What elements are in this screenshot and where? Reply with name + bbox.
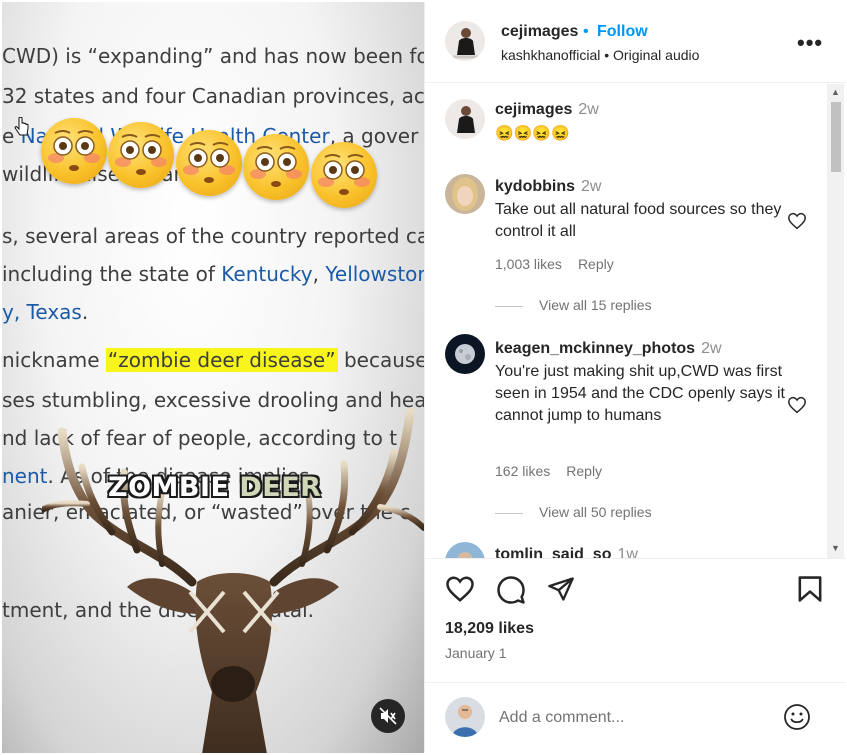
- article-line-pre: including the state of: [2, 262, 222, 286]
- post-date[interactable]: January 1: [445, 645, 506, 661]
- article-line-post: .: [81, 300, 89, 324]
- comment-avatar-image: [445, 174, 485, 214]
- comment-time: 2w: [578, 101, 599, 118]
- article-line: nickname “zombie deer disease” because i…: [2, 348, 424, 372]
- reply-button[interactable]: Reply: [566, 463, 602, 479]
- mute-toggle-button[interactable]: [371, 699, 405, 733]
- video-overlay-title: ZOMBIE DEER: [108, 472, 321, 503]
- hand-cursor-icon: [14, 117, 29, 136]
- comment-time: 1w: [617, 546, 638, 558]
- reply-button[interactable]: Reply: [578, 256, 614, 272]
- comment-username-text[interactable]: cejimages: [495, 101, 572, 118]
- comments-scrollbar[interactable]: ▲ ▼: [827, 84, 844, 558]
- more-options-button[interactable]: •••: [797, 30, 823, 56]
- save-bookmark-icon[interactable]: [797, 575, 823, 603]
- comment-text: You're just making shit up,CWD was first…: [495, 363, 785, 424]
- follow-separator: •: [583, 23, 589, 40]
- scrollbar-thumb[interactable]: [831, 102, 841, 172]
- comment-username-text[interactable]: keagen_mckinney_photos: [495, 340, 695, 357]
- comment-time: 2w: [701, 340, 722, 357]
- comment-avatar[interactable]: [445, 99, 485, 139]
- comment-text: Take out all natural food sources so the…: [495, 201, 782, 240]
- comment-avatar[interactable]: [445, 174, 485, 214]
- flushed-face-emoji-icon: [108, 122, 174, 188]
- comment-username[interactable]: cejimages 2w: [495, 101, 599, 119]
- like-comment-heart-icon[interactable]: [787, 212, 807, 230]
- article-line: 32 states and four Canadian provinces, a…: [2, 84, 424, 108]
- emoji-smiley-icon[interactable]: [783, 703, 811, 731]
- post-header: cejimages • Follow kashkhanofficial • Or…: [425, 2, 846, 83]
- comment-meta: 162 likes Reply: [495, 463, 602, 479]
- comment-likes-count[interactable]: 162 likes: [495, 463, 550, 479]
- article-line-pre: s, several areas of the country reported…: [2, 224, 424, 248]
- comment-username-text[interactable]: kydobbins: [495, 178, 575, 195]
- add-comment-bar: [425, 682, 846, 753]
- comment-username[interactable]: tomlin_said_so 1w: [495, 546, 638, 558]
- like-heart-icon[interactable]: [445, 575, 475, 603]
- view-replies-button[interactable]: View all 15 replies: [495, 297, 652, 313]
- article-line: s, several areas of the country reported…: [2, 224, 424, 248]
- article-line-post: ,: [312, 262, 326, 286]
- comment-username-text[interactable]: tomlin_said_so: [495, 546, 611, 558]
- reel-video[interactable]: CWD) is “expanding” and has now been fou…: [2, 2, 424, 753]
- comment-text: 😖😖😖😖: [495, 125, 570, 142]
- comment-avatar-image: [445, 99, 485, 139]
- article-line-link: Kentucky: [221, 262, 313, 286]
- article-line: including the state of Kentucky, Yellows…: [2, 262, 424, 286]
- speaker-muted-icon: [379, 707, 397, 725]
- flushed-face-emoji-icon: [41, 118, 107, 184]
- author-avatar-image: [445, 21, 485, 61]
- comment-time: 2w: [581, 178, 602, 195]
- article-line-pre: 32 states and four Canadian provinces, a…: [2, 84, 424, 108]
- comment-username[interactable]: keagen_mckinney_photos 2w: [495, 340, 722, 358]
- share-send-icon[interactable]: [547, 575, 575, 603]
- article-line-hl: “zombie deer disease”: [105, 348, 338, 372]
- article-line: y, Texas.: [2, 300, 88, 324]
- flushed-face-emoji-icon: [176, 130, 242, 196]
- comment-likes-count[interactable]: 1,003 likes: [495, 256, 562, 272]
- article-line-post: because it: [343, 348, 424, 372]
- comment-username[interactable]: kydobbins 2w: [495, 178, 601, 196]
- current-user-avatar-image: [445, 697, 485, 737]
- flushed-face-emoji-icon: [243, 134, 309, 200]
- overlay-title-word-deer: DEER: [239, 472, 322, 503]
- follow-button[interactable]: Follow: [597, 23, 648, 41]
- comment-bubble-icon[interactable]: [496, 575, 526, 605]
- overlay-title-word-zombie: ZOMBIE: [108, 472, 240, 503]
- post-details-panel: cejimages • Follow kashkhanofficial • Or…: [424, 2, 846, 753]
- more-dots-icon: •••: [797, 30, 824, 55]
- scroll-up-arrow-icon[interactable]: ▲: [831, 87, 840, 97]
- comment-avatar-image: [445, 334, 485, 374]
- view-replies-button[interactable]: View all 50 replies: [495, 504, 652, 520]
- current-user-avatar: [445, 697, 485, 737]
- article-line-link: y, Texas: [2, 300, 82, 324]
- deer-image: [42, 407, 424, 753]
- article-line-link: nent: [2, 464, 48, 488]
- comment-input[interactable]: [499, 705, 759, 731]
- like-comment-heart-icon[interactable]: [787, 396, 807, 414]
- comment-avatar[interactable]: [445, 542, 485, 558]
- comments-list[interactable]: cejimages 2w 😖😖😖😖 kydobbins 2w Take out al…: [425, 84, 846, 558]
- article-line: CWD) is “expanding” and has now been fou: [2, 44, 424, 68]
- scroll-down-arrow-icon[interactable]: ▼: [831, 543, 840, 553]
- comment-avatar-image: [445, 542, 485, 558]
- flushed-face-emoji-icon: [311, 142, 377, 208]
- author-username[interactable]: cejimages: [501, 23, 578, 41]
- post-likes-count[interactable]: 18,209 likes: [445, 620, 534, 638]
- author-avatar[interactable]: [445, 21, 485, 61]
- article-line-link2: Yellowstor: [325, 262, 424, 286]
- article-line-pre: CWD) is “expanding” and has now been fou: [2, 44, 424, 68]
- comment-meta: 1,003 likes Reply: [495, 256, 614, 272]
- post-actions: 18,209 likes January 1: [425, 558, 846, 682]
- comment-avatar[interactable]: [445, 334, 485, 374]
- article-line-pre: nickname: [2, 348, 106, 372]
- audio-attribution[interactable]: kashkhanofficial • Original audio: [501, 47, 699, 63]
